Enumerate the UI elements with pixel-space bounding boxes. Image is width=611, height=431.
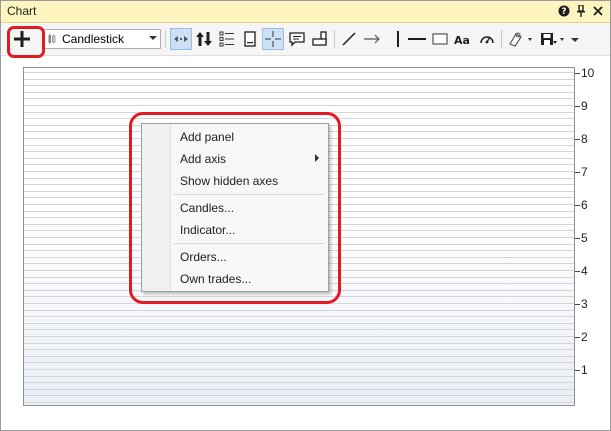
grid-line [24, 323, 574, 324]
gauge-icon[interactable] [476, 28, 498, 50]
save-dropdown-icon[interactable] [538, 28, 568, 50]
grid-line [24, 376, 574, 377]
trendline-icon[interactable] [338, 28, 360, 50]
highlight-add-button [7, 26, 45, 58]
axis-tick [575, 139, 580, 140]
list-icon[interactable] [216, 28, 238, 50]
grid-line [24, 79, 574, 80]
axis-tick-label: 8 [581, 132, 588, 146]
grid-line [24, 356, 574, 357]
grid-line [24, 336, 574, 337]
grid-line [24, 92, 574, 93]
toolbar-divider [501, 30, 502, 48]
axis-tick-label: 7 [581, 165, 588, 179]
sort-icon[interactable] [193, 28, 215, 50]
document-icon[interactable] [239, 28, 261, 50]
chart-toolbar: Candlestick Aa [1, 23, 610, 56]
axis-tick-label: 10 [581, 66, 595, 80]
axis-tick [575, 73, 580, 74]
axis-tick [575, 172, 580, 173]
crosshair-icon[interactable] [262, 28, 284, 50]
axis-tick [575, 238, 580, 239]
text-icon[interactable]: Aa [452, 28, 474, 50]
axis-tick-label: 9 [581, 99, 588, 113]
chart-window: Chart ? Candlestick Aa 10 9 8 7 6 5 4 3 … [0, 0, 611, 431]
grid-line [24, 349, 574, 350]
axis-tick-label: 4 [581, 264, 588, 278]
grid-line [24, 310, 574, 311]
chart-type-value: Candlestick [62, 32, 125, 46]
grid-line [24, 98, 574, 99]
chart-type-select[interactable]: Candlestick [43, 29, 161, 49]
grid-line [24, 395, 574, 396]
highlight-context-menu [129, 112, 341, 304]
chevron-down-icon [149, 36, 157, 40]
help-icon[interactable]: ? [557, 4, 571, 18]
axis-tick-label: 1 [581, 363, 588, 377]
rename-icon[interactable] [309, 28, 331, 50]
grid-line [24, 389, 574, 390]
horizontal-line-icon[interactable] [406, 28, 428, 50]
axis-tick-label: 3 [581, 297, 588, 311]
grid-line [24, 85, 574, 86]
axis-tick-label: 5 [581, 231, 588, 245]
close-icon[interactable] [591, 4, 605, 18]
window-title: Chart [7, 4, 37, 18]
comment-icon[interactable] [286, 28, 308, 50]
arrow-line-icon[interactable] [361, 28, 383, 50]
grid-line [24, 329, 574, 330]
axis-tick [575, 304, 580, 305]
pan-arrows-icon[interactable] [170, 28, 192, 50]
candlestick-icon [48, 33, 56, 45]
axis-tick [575, 106, 580, 107]
grid-line [24, 369, 574, 370]
axis-tick [575, 337, 580, 338]
grid-line [24, 343, 574, 344]
grid-line [24, 105, 574, 106]
price-axis[interactable]: 10 9 8 7 6 5 4 3 2 1 [575, 66, 607, 405]
axis-tick [575, 205, 580, 206]
axis-tick [575, 370, 580, 371]
axis-tick-label: 6 [581, 198, 588, 212]
grid-line [24, 316, 574, 317]
svg-text:?: ? [561, 7, 566, 17]
svg-text:Aa: Aa [454, 34, 470, 45]
grid-line [24, 362, 574, 363]
axis-tick-label: 2 [581, 330, 588, 344]
axis-tick [575, 271, 580, 272]
grid-line [24, 72, 574, 73]
overflow-dropdown-icon[interactable] [567, 28, 583, 50]
toolbar-divider [334, 30, 335, 48]
rectangle-icon[interactable] [429, 28, 451, 50]
grid-line [24, 402, 574, 403]
grid-line [24, 382, 574, 383]
pin-icon[interactable] [574, 4, 588, 18]
settings-dropdown-icon[interactable] [506, 28, 536, 50]
toolbar-divider [165, 30, 166, 48]
title-bar: Chart ? [1, 1, 610, 23]
